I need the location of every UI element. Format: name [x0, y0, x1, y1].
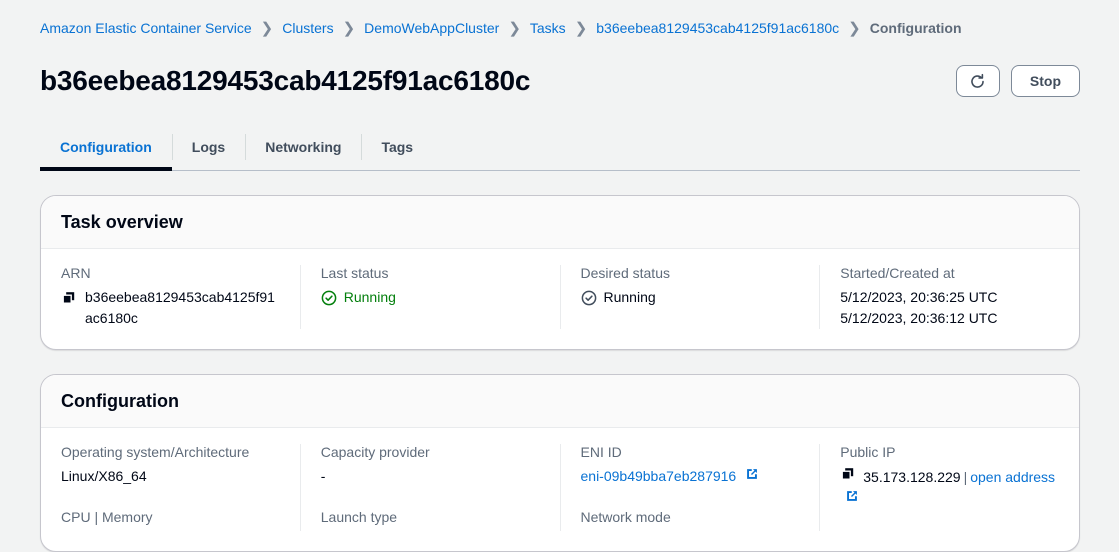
breadcrumb-item-task-id[interactable]: b36eebea8129453cab4125f91ac6180c [596, 20, 839, 36]
breadcrumb-separator-icon: ❯ [342, 19, 356, 37]
field-label-launch-type: Launch type [320, 509, 398, 525]
field-arn: ARN b36eebea8129453cab4125f91ac6180c [61, 265, 280, 329]
field-label-public-ip: Public IP [840, 444, 896, 460]
task-overview-panel: Task overview ARN b36eebea8129453cab4125… [40, 195, 1080, 350]
breadcrumb-separator-icon: ❯ [260, 19, 274, 37]
page-title: b36eebea8129453cab4125f91ac6180c [40, 65, 531, 96]
field-last-status: Last status Running [321, 265, 540, 312]
status-text-desired-status: Running [603, 289, 656, 305]
task-overview-column-arn: ARN b36eebea8129453cab4125f91ac6180c [41, 265, 300, 329]
task-overview-column-last-status: Last status Running [299, 265, 560, 329]
configuration-column-eni: ENI ID eni-09b49bba7eb287916 Network mod… [559, 444, 820, 531]
field-capacity-provider: Capacity provider - [321, 444, 540, 487]
field-started-created: Started/Created at 5/12/2023, 20:36:25 U… [840, 265, 1059, 329]
breadcrumb-separator-icon: ❯ [574, 19, 588, 37]
breadcrumb-item-current: Configuration [869, 20, 962, 36]
field-label-os-architecture: Operating system/Architecture [61, 444, 250, 460]
external-link-icon[interactable] [840, 489, 859, 503]
configuration-title: Configuration [61, 391, 179, 411]
field-value-created-at: 5/12/2023, 20:36:12 UTC [840, 310, 998, 326]
field-value-arn: b36eebea8129453cab4125f91ac6180c [85, 289, 275, 326]
field-value-capacity-provider: - [320, 468, 326, 484]
breadcrumb-item-tasks[interactable]: Tasks [530, 20, 566, 36]
field-label-network-mode: Network mode [580, 509, 671, 525]
field-label-started-created: Started/Created at [840, 265, 955, 281]
task-overview-column-desired-status: Desired status Running [559, 265, 820, 329]
configuration-column-public-ip: Public IP 35.173.128.229 | open address [819, 444, 1079, 531]
field-network-mode: Network mode [581, 509, 800, 525]
copy-icon[interactable] [61, 287, 77, 306]
field-value-os-architecture: Linux/X86_64 [61, 468, 147, 484]
configuration-column-capacity: Capacity provider - Launch type [299, 444, 560, 531]
field-eni-id: ENI ID eni-09b49bba7eb287916 [581, 444, 800, 487]
breadcrumb-item-service[interactable]: Amazon Elastic Container Service [40, 20, 252, 36]
configuration-panel: Configuration Operating system/Architect… [40, 374, 1080, 552]
field-launch-type: Launch type [321, 509, 540, 525]
refresh-icon [969, 73, 986, 90]
header-actions: Stop [955, 65, 1080, 97]
tab-logs[interactable]: Logs [171, 124, 245, 170]
field-cpu-memory: CPU | Memory [61, 509, 280, 525]
check-circle-icon [321, 290, 337, 306]
breadcrumb-item-cluster[interactable]: DemoWebAppCluster [364, 20, 499, 36]
field-os-architecture: Operating system/Architecture Linux/X86_… [61, 444, 280, 487]
status-badge-last-status: Running [321, 287, 396, 308]
tab-networking[interactable]: Networking [245, 124, 361, 170]
copy-icon[interactable] [840, 466, 863, 482]
field-label-cpu-memory: CPU | Memory [61, 509, 153, 525]
field-desired-status: Desired status Running [581, 265, 800, 312]
eni-id-link[interactable]: eni-09b49bba7eb287916 [581, 468, 737, 484]
external-link-icon[interactable] [740, 467, 759, 481]
public-ip-separator: | [963, 469, 968, 485]
field-label-desired-status: Desired status [580, 265, 670, 281]
field-label-eni-id: ENI ID [580, 444, 622, 460]
configuration-column-os: Operating system/Architecture Linux/X86_… [41, 444, 300, 531]
breadcrumb-separator-icon: ❯ [848, 19, 861, 37]
tab-configuration[interactable]: Configuration [40, 124, 172, 171]
configuration-header: Configuration [41, 375, 1079, 428]
tab-bar: Configuration Logs Networking Tags [40, 124, 1080, 171]
tab-tags[interactable]: Tags [361, 124, 433, 170]
check-circle-icon [581, 290, 597, 306]
task-overview-header: Task overview [41, 196, 1079, 249]
field-label-capacity-provider: Capacity provider [320, 444, 430, 460]
configuration-body: Operating system/Architecture Linux/X86_… [41, 428, 1079, 551]
open-address-link[interactable]: open address [970, 469, 1055, 485]
field-public-ip: Public IP 35.173.128.229 | open address [840, 444, 1059, 509]
field-value-started-at: 5/12/2023, 20:36:25 UTC [840, 289, 998, 305]
refresh-button[interactable] [955, 65, 1000, 97]
field-label-last-status: Last status [320, 265, 389, 281]
task-overview-body: ARN b36eebea8129453cab4125f91ac6180c Las… [41, 249, 1079, 349]
task-overview-column-started-created: Started/Created at 5/12/2023, 20:36:25 U… [819, 265, 1079, 329]
breadcrumb-separator-icon: ❯ [508, 19, 521, 37]
stop-button[interactable]: Stop [1010, 65, 1080, 97]
field-label-arn: ARN [61, 265, 91, 281]
status-text-last-status: Running [343, 289, 396, 305]
breadcrumb-item-clusters[interactable]: Clusters [282, 20, 333, 36]
task-overview-title: Task overview [61, 212, 183, 232]
status-badge-desired-status: Running [581, 287, 656, 308]
page-header: b36eebea8129453cab4125f91ac6180c Stop [0, 56, 1119, 106]
breadcrumb: Amazon Elastic Container Service ❯ Clust… [0, 0, 1119, 56]
field-value-public-ip: 35.173.128.229 [863, 469, 961, 485]
